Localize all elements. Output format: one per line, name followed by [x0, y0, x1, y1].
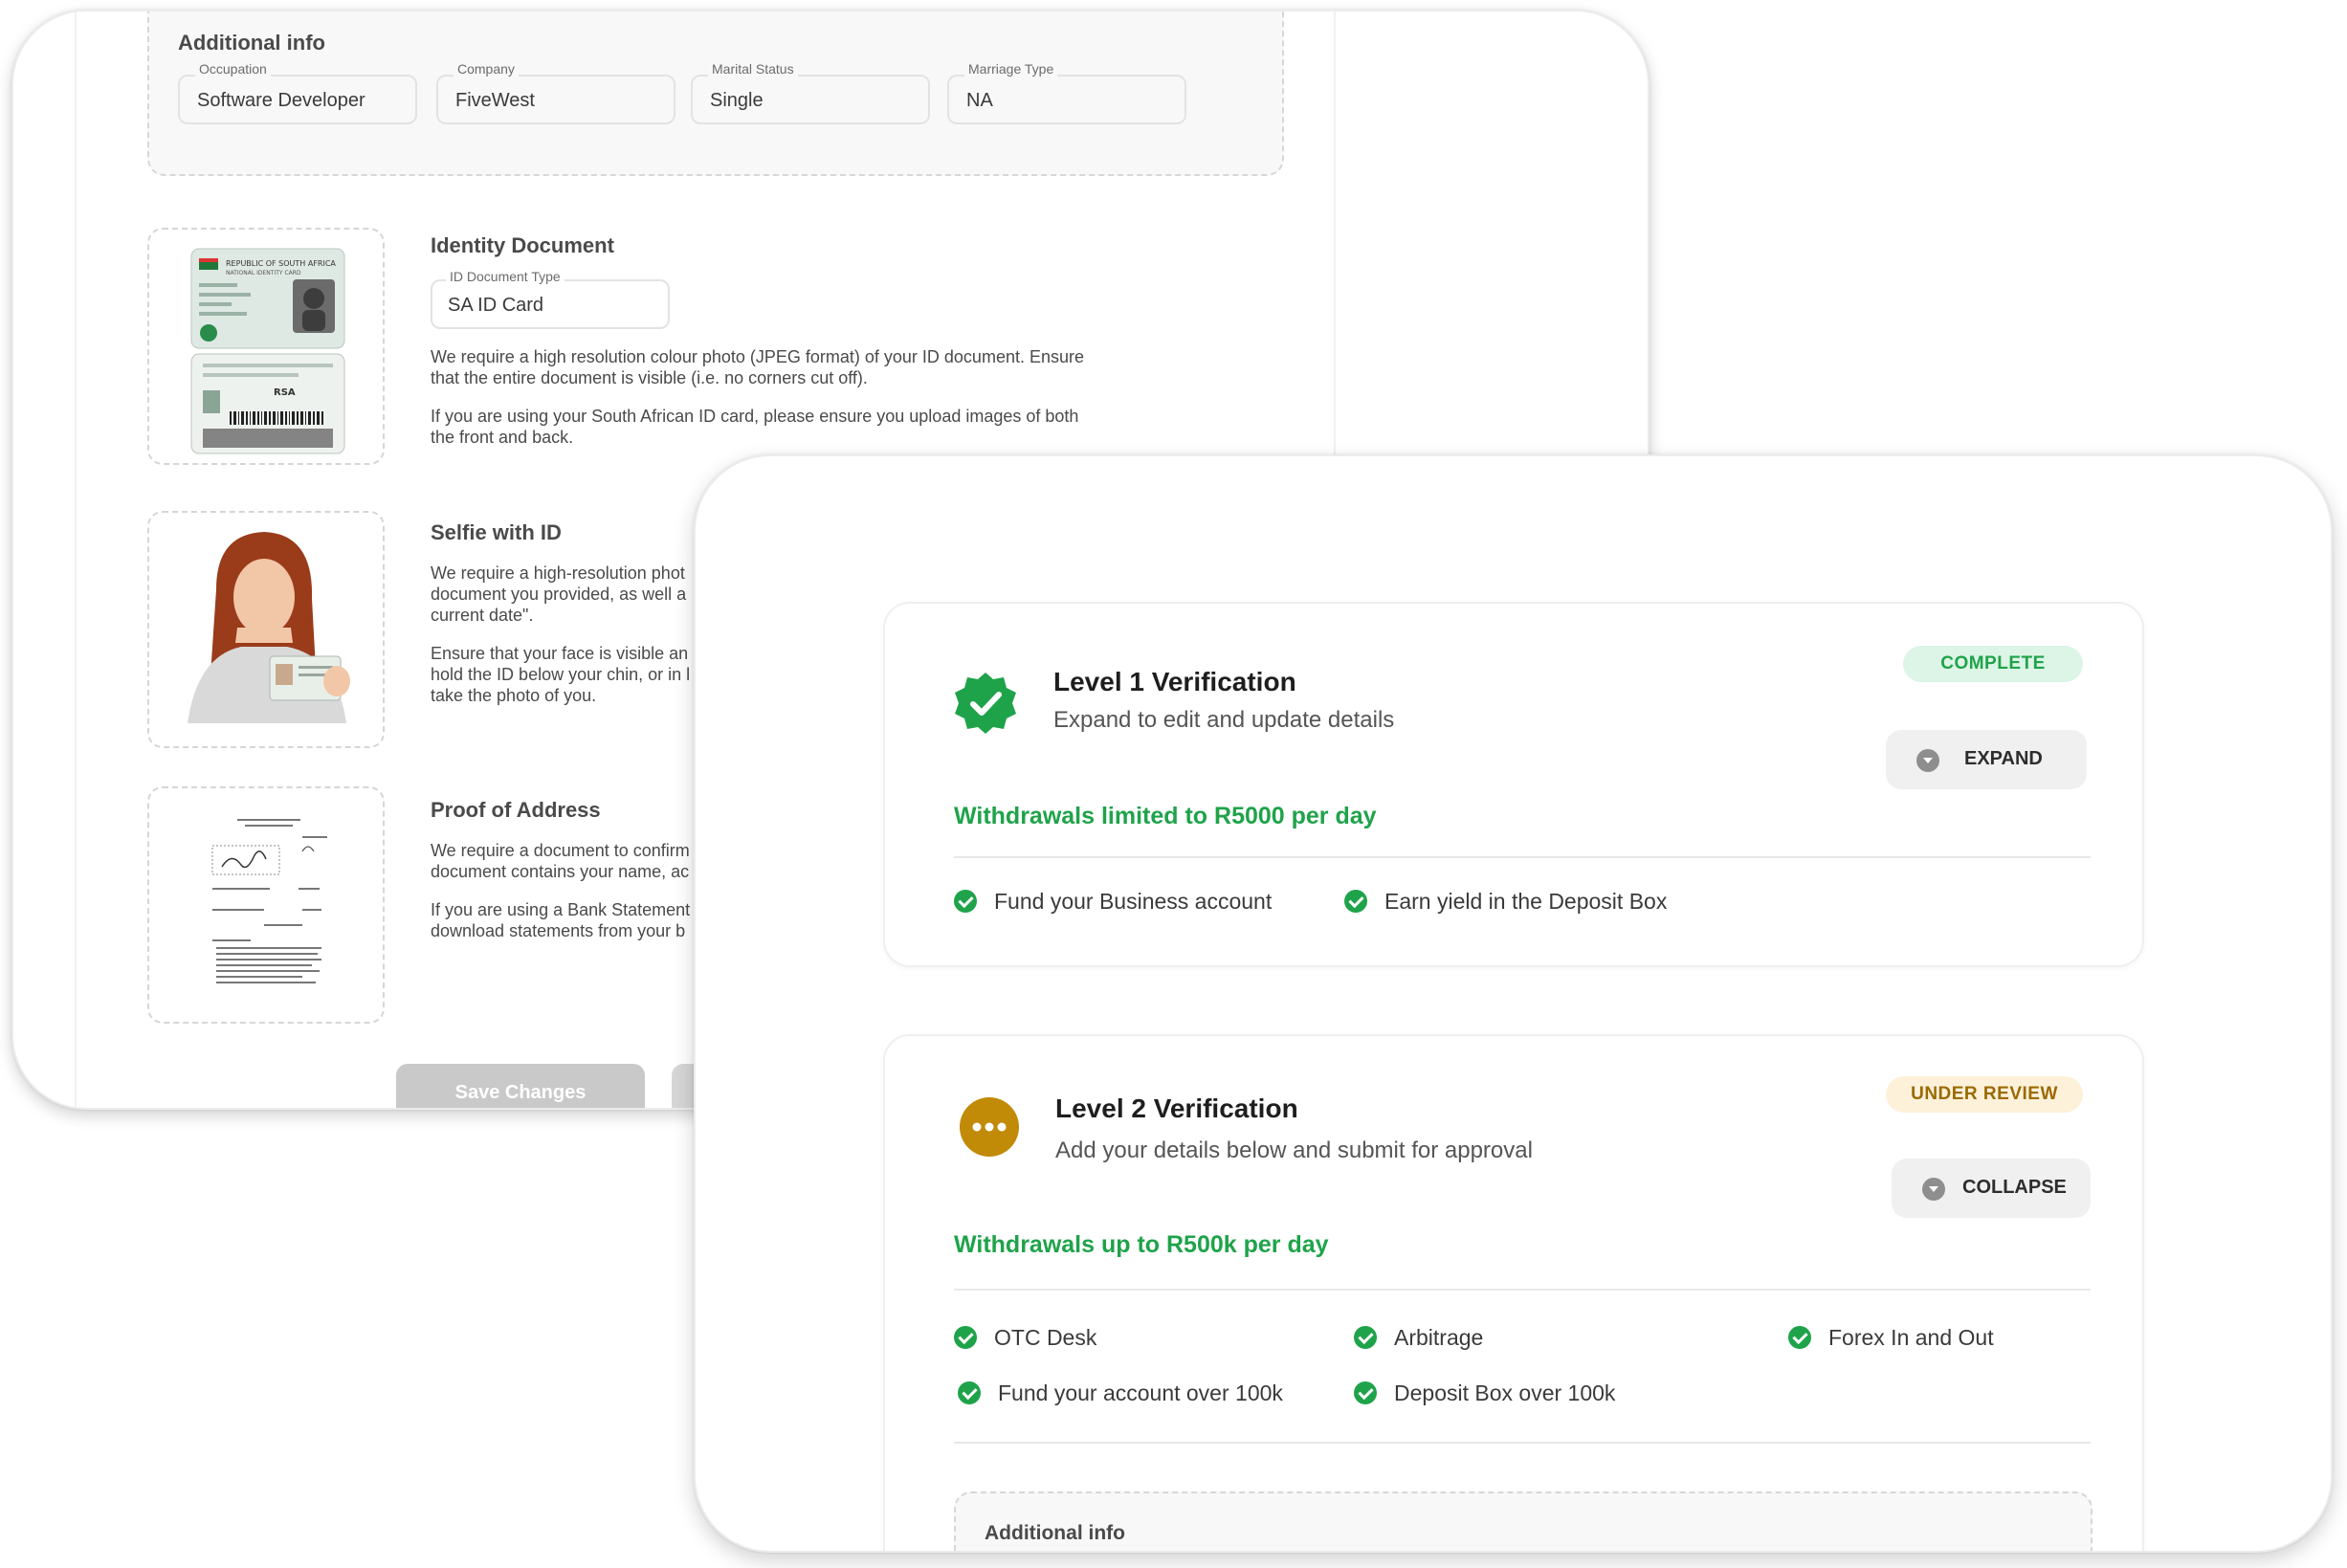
level-1-divider — [954, 856, 2091, 858]
id-type-label: ID Document Type — [446, 269, 565, 284]
feature-label: Earn yield in the Deposit Box — [1384, 889, 1668, 914]
address-document-image — [203, 809, 333, 1005]
id-card-subheader: NATIONAL IDENTITY CARD — [226, 270, 301, 276]
level-2-divider-bottom — [954, 1442, 2091, 1444]
address-instructions-2: If you are using a Bank Statement downlo… — [431, 900, 691, 940]
marital-status-value: Single — [710, 90, 764, 111]
feature-label: Fund your Business account — [994, 889, 1273, 914]
occupation-field[interactable]: Occupation Software Developer — [178, 61, 417, 124]
pending-dots-icon — [960, 1097, 1019, 1157]
check-circle-icon — [1354, 1381, 1377, 1404]
company-value: FiveWest — [455, 90, 535, 111]
identity-document-title: Identity Document — [431, 233, 614, 257]
level-1-title: Level 1 Verification — [1053, 667, 1296, 696]
selfie-upload[interactable] — [147, 511, 385, 748]
selfie-instructions-2: Ensure that your face is visible an hold… — [431, 644, 691, 705]
additional-info-title: Additional info — [178, 31, 325, 55]
check-circle-icon — [1344, 890, 1367, 913]
left-divider — [75, 11, 77, 1108]
expand-button-label: EXPAND — [1964, 748, 2043, 769]
marriage-type-field[interactable]: Marriage Type NA — [947, 61, 1186, 124]
save-changes-button[interactable]: Save Changes — [396, 1064, 645, 1108]
feature-earn-yield: Earn yield in the Deposit Box — [1344, 887, 1667, 916]
level-2-additional-info-title: Additional info — [985, 1522, 1125, 1544]
marriage-type-value: NA — [966, 90, 993, 111]
identity-instructions-2: If you are using your South African ID c… — [431, 407, 1079, 447]
verified-badge-icon — [955, 673, 1016, 734]
feature-arbitrage: Arbitrage — [1354, 1323, 1483, 1352]
occupation-label: Occupation — [195, 61, 271, 77]
selfie-photo — [149, 513, 383, 746]
collapse-button[interactable]: COLLAPSE — [1892, 1159, 2091, 1218]
identity-instructions-1: We require a high resolution colour phot… — [431, 347, 1084, 387]
marital-status-label: Marital Status — [708, 61, 798, 77]
level-1-withdrawal-limit: Withdrawals limited to R5000 per day — [954, 803, 1377, 829]
feature-fund-over-100k: Fund your account over 100k — [958, 1379, 1283, 1407]
occupation-value: Software Developer — [197, 90, 365, 111]
marriage-type-label: Marriage Type — [964, 61, 1058, 77]
additional-info-section: Additional info Occupation Software Deve… — [147, 11, 1284, 176]
company-label: Company — [454, 61, 519, 77]
marital-status-field[interactable]: Marital Status Single — [691, 61, 930, 124]
id-card-header: REPUBLIC OF SOUTH AFRICA — [226, 259, 336, 268]
check-circle-icon — [958, 1381, 981, 1404]
feature-label: Deposit Box over 100k — [1394, 1380, 1616, 1405]
level-1-card: Level 1 Verification Expand to edit and … — [883, 602, 2144, 967]
company-field[interactable]: Company FiveWest — [436, 61, 675, 124]
level-2-card: Level 2 Verification Add your details be… — [883, 1034, 2144, 1551]
proof-of-address-upload[interactable] — [147, 786, 385, 1024]
chevron-circle-icon — [1922, 1178, 1945, 1201]
expand-button[interactable]: EXPAND — [1886, 730, 2087, 789]
check-circle-icon — [954, 1326, 977, 1349]
feature-deposit-box-over-100k: Deposit Box over 100k — [1354, 1379, 1615, 1407]
feature-label: Fund your account over 100k — [998, 1380, 1283, 1405]
chevron-circle-icon — [1916, 749, 1939, 772]
check-circle-icon — [954, 890, 977, 913]
id-document-type-select[interactable]: ID Document Type SA ID Card — [431, 269, 670, 329]
check-circle-icon — [1354, 1326, 1377, 1349]
level-2-withdrawal-limit: Withdrawals up to R500k per day — [954, 1231, 1329, 1258]
check-circle-icon — [1788, 1326, 1811, 1349]
address-instructions-1: We require a document to confirm documen… — [431, 841, 690, 881]
id-type-value: SA ID Card — [448, 295, 544, 316]
verification-levels-window: Level 1 Verification Expand to edit and … — [694, 454, 2333, 1553]
under-review-status-badge: UNDER REVIEW — [1886, 1076, 2083, 1113]
level-2-subtitle: Add your details below and submit for ap… — [1055, 1137, 1533, 1163]
identity-document-section: Identity Document ID Document Type SA ID… — [431, 233, 1100, 448]
level-2-title: Level 2 Verification — [1055, 1093, 1298, 1123]
feature-fund-business: Fund your Business account — [954, 887, 1272, 916]
id-document-upload[interactable]: REPUBLIC OF SOUTH AFRICA NATIONAL IDENTI… — [147, 228, 385, 465]
selfie-instructions-1: We require a high-resolution phot docume… — [431, 563, 687, 625]
level-2-divider-top — [954, 1289, 2091, 1291]
level-2-additional-info-section: Additional info — [954, 1491, 2092, 1551]
complete-status-badge: COMPLETE — [1903, 646, 2083, 682]
id-card-image: REPUBLIC OF SOUTH AFRICA NATIONAL IDENTI… — [190, 248, 345, 454]
id-card-back-code: RSA — [274, 387, 296, 398]
feature-otc-desk: OTC Desk — [954, 1323, 1096, 1352]
feature-label: Arbitrage — [1394, 1325, 1484, 1350]
collapse-button-label: COLLAPSE — [1962, 1177, 2067, 1198]
feature-label: Forex In and Out — [1828, 1325, 1994, 1350]
level-1-subtitle: Expand to edit and update details — [1053, 707, 1395, 733]
feature-forex: Forex In and Out — [1788, 1323, 1994, 1352]
feature-label: OTC Desk — [994, 1325, 1097, 1350]
